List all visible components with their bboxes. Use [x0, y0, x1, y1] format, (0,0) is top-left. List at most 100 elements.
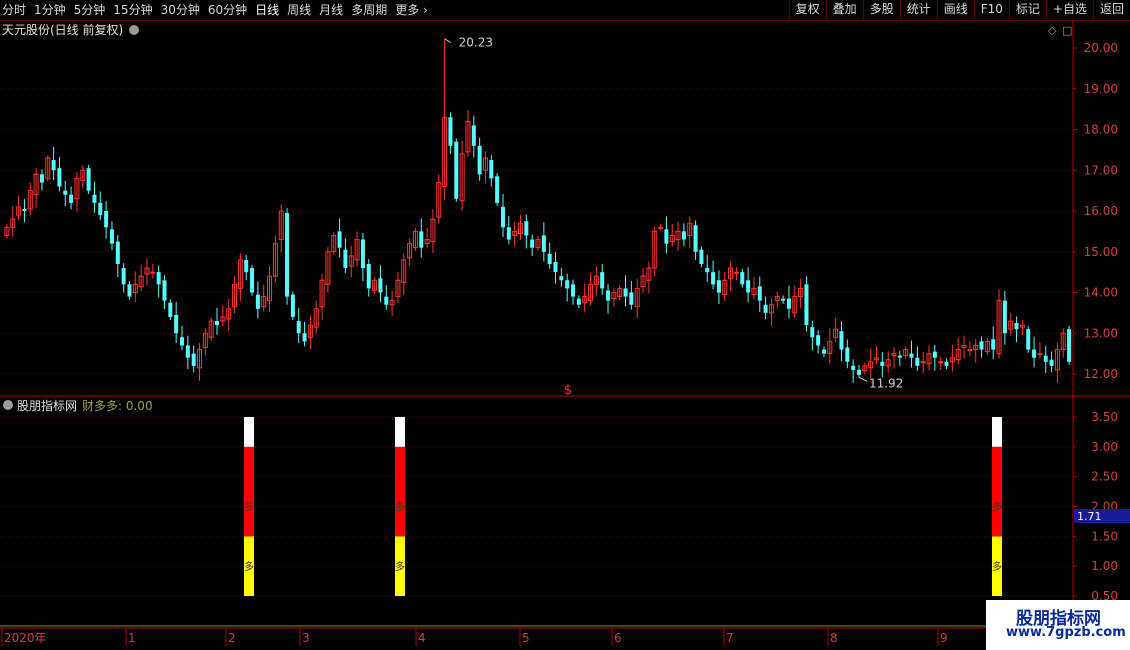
high-arrow [444, 38, 451, 44]
candle-body-129 [757, 286, 762, 301]
candle-body-50 [296, 321, 301, 334]
candle-body-58 [343, 249, 348, 269]
candle-body-145 [851, 365, 856, 370]
square-icon: □ [1062, 24, 1072, 37]
indicator-panel-subtitle: 财多多: 0.00 [82, 399, 153, 413]
candle-body-102 [600, 272, 605, 289]
indicator-value-text: 1.71 [1077, 510, 1102, 523]
low-arrow [858, 376, 868, 382]
candle-body-8 [51, 160, 56, 171]
candle-body-6 [39, 174, 44, 183]
candle-body-107 [629, 292, 634, 305]
signal-bar-2-seg-1 [992, 446, 1002, 537]
signal-bar-label-0-mid: 多 [244, 500, 254, 513]
candle-body-26 [156, 272, 161, 285]
indicator-tick-label-1: 1.00 [1091, 559, 1118, 573]
candle-body-119 [699, 249, 704, 264]
time-label-9: 9 [940, 631, 948, 645]
candle-body-98 [576, 298, 581, 305]
candle-body-92 [541, 235, 546, 252]
candle-body-19 [115, 241, 120, 264]
candle-body-71 [419, 231, 424, 248]
price-tick-label-1: 13.00 [1084, 326, 1118, 340]
high-label: 20.23 [459, 36, 493, 50]
time-label-1: 1 [128, 631, 136, 645]
candle-body-139 [816, 335, 821, 346]
candle-body-178 [1043, 355, 1048, 362]
candle-body-9 [57, 168, 62, 187]
candle-body-157 [920, 361, 926, 364]
candle-body-169 [991, 339, 996, 350]
price-tick-label-7: 19.00 [1084, 82, 1118, 96]
candle-body-134 [786, 298, 791, 309]
time-label-8: 8 [830, 631, 838, 645]
candle-body-18 [109, 229, 114, 244]
low-label: 11.92 [869, 376, 903, 390]
signal-bar-1-seg-1 [395, 446, 405, 537]
candle-body-138 [810, 327, 815, 338]
candle-body-118 [693, 225, 698, 252]
candle-body-81 [477, 145, 482, 175]
candle-body-21 [127, 284, 132, 297]
candle-body-86 [506, 227, 511, 240]
candle-body-156 [915, 357, 920, 366]
candle-body-167 [979, 341, 984, 350]
candle-body-61 [360, 239, 365, 269]
candle-body-171 [1002, 300, 1007, 334]
candle-body-160 [938, 361, 944, 364]
candle-body-112 [658, 226, 664, 229]
candle-body-15 [92, 194, 97, 203]
candle-body-159 [932, 351, 937, 358]
candle-body-144 [845, 347, 850, 362]
candle-body-90 [530, 239, 535, 248]
candle-body-89 [524, 221, 529, 236]
candle-body-130 [763, 304, 768, 313]
candle-body-179 [1049, 359, 1054, 366]
candle-body-41 [244, 259, 249, 273]
candle-body-11 [69, 194, 74, 203]
time-label-0: 2020年 [4, 631, 47, 645]
candle-body-153 [897, 355, 902, 358]
candle-body-103 [606, 290, 611, 301]
price-tick-label-2: 14.00 [1084, 286, 1118, 300]
candle-body-31 [185, 345, 190, 358]
candle-body-43 [255, 294, 260, 309]
candle-body-121 [711, 272, 716, 285]
candle-body-116 [681, 231, 686, 240]
candle-body-27 [162, 280, 167, 301]
candle-body-97 [571, 284, 576, 297]
candle-body-29 [174, 314, 179, 334]
candle-body-48 [285, 213, 290, 297]
candle-body-30 [180, 337, 184, 346]
candle-body-65 [384, 296, 389, 305]
candle-body-177 [1037, 353, 1043, 356]
time-label-3: 3 [302, 631, 310, 645]
candle-body-161 [944, 361, 949, 366]
candle-body-146 [856, 369, 861, 375]
signal-bar-label-0-low: 多 [244, 560, 254, 573]
candle-body-122 [716, 280, 721, 293]
time-label-6: 6 [614, 631, 622, 645]
signal-bar-label-2-mid: 多 [992, 500, 1002, 513]
candle-body-83 [489, 160, 494, 179]
time-label-5: 5 [522, 631, 530, 645]
candle-body-42 [250, 268, 255, 293]
time-label-7: 7 [726, 631, 734, 645]
candle-body-25 [150, 271, 156, 274]
signal-bar-1-seg-2 [395, 416, 405, 447]
stock-chart[interactable]: 12.0013.0014.0015.0016.0017.0018.0019.00… [0, 0, 1130, 650]
candle-body-14 [86, 168, 91, 191]
candle-body-93 [547, 253, 552, 264]
price-tick-label-3: 15.00 [1084, 245, 1118, 259]
signal-bar-2-seg-2 [992, 416, 1002, 447]
candle-body-76 [448, 117, 453, 146]
signal-bar-label-2-low: 多 [992, 560, 1002, 573]
signal-bar-0-seg-2 [244, 416, 254, 447]
dividend-marker: $ [564, 383, 572, 398]
signal-bar-label-1-mid: 多 [395, 500, 405, 513]
candle-body-85 [500, 206, 505, 228]
indicator-tick-label-4: 2.50 [1091, 470, 1118, 484]
candle-body-36 [215, 321, 220, 326]
indicator-tick-label-6: 3.50 [1091, 410, 1118, 424]
candle-body-165 [967, 349, 973, 352]
